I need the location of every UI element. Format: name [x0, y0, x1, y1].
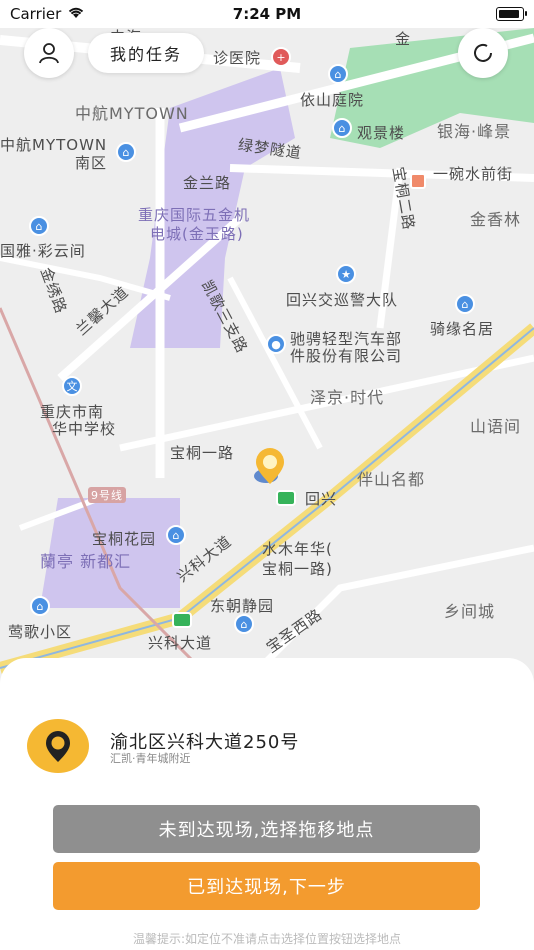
map-label: 宝桐一路	[170, 444, 235, 462]
battery-icon	[496, 7, 527, 21]
shop-icon[interactable]	[410, 173, 426, 189]
poi-icon[interactable]: ⌂	[328, 64, 348, 84]
map-label: 依山庭院	[300, 91, 365, 109]
map-label: 东朝静园	[210, 597, 275, 615]
location-marker-icon	[26, 718, 90, 774]
map-label: 华中学校	[52, 420, 117, 438]
poi-icon[interactable]: ★	[336, 264, 356, 284]
map-label: 骑缘名居	[430, 320, 495, 338]
map-label: 伴山名都	[357, 470, 426, 489]
map-label: 中航MYTOWN	[75, 104, 189, 123]
map-label: 金兰路	[183, 174, 232, 192]
map-label: 乡间城	[444, 602, 496, 621]
map-label: 诊医院	[213, 49, 262, 67]
map-label: 金	[395, 30, 412, 48]
map-label: 水木年华(	[262, 540, 333, 558]
poi-icon[interactable]: ⌂	[166, 525, 186, 545]
select-location-button[interactable]: 未到达现场,选择拖移地点	[53, 805, 480, 853]
poi-icon[interactable]: ⌂	[234, 614, 254, 634]
poi-icon[interactable]: 文	[62, 376, 82, 396]
poi-icon[interactable]: ⌂	[29, 216, 49, 236]
clock: 7:24 PM	[232, 5, 302, 23]
map-label: 件股份有限公司	[290, 347, 403, 365]
map-label: 金香林	[470, 210, 522, 229]
map-label: 电城(金玉路)	[150, 225, 244, 243]
map-label: 山语间	[470, 417, 522, 436]
map-label: 观景楼	[357, 124, 406, 142]
hospital-icon[interactable]: +	[271, 47, 291, 67]
map-label: 银海·峰景	[437, 122, 512, 141]
poi-icon[interactable]: ●	[266, 334, 286, 354]
map-label: 国雅·彩云间	[0, 242, 86, 260]
status-bar: Carrier 7:24 PM	[0, 0, 534, 28]
poi-icon[interactable]: ⌂	[116, 142, 136, 162]
map-label: 9号线	[88, 487, 126, 503]
tip-text: 温馨提示:如定位不准请点击选择位置按钮选择地点	[132, 932, 402, 946]
map-label: 宝桐一路)	[262, 560, 333, 578]
map-label: 莺歌小区	[8, 623, 73, 641]
map-label: 南区	[75, 154, 108, 172]
user-icon	[39, 43, 59, 64]
map-label: 蘭亭 新都汇	[40, 552, 132, 571]
refresh-icon	[474, 43, 492, 62]
poi-icon[interactable]: ⌂	[30, 596, 50, 616]
map-label: 泽京·时代	[310, 388, 385, 407]
location-pin-icon[interactable]	[252, 446, 288, 486]
arrived-next-button[interactable]: 已到达现场,下一步	[53, 862, 480, 910]
map-label: 宝桐花园	[92, 530, 157, 548]
map-label: 回兴	[305, 490, 338, 508]
map-label: 重庆国际五金机	[138, 206, 251, 224]
profile-button[interactable]	[24, 28, 74, 78]
poi-icon[interactable]: ⌂	[455, 294, 475, 314]
map-view[interactable]: 中航MYTOWN 中航MYTOWN 南区 金兰路 重庆国际五金机 电城(金玉路)…	[0, 28, 534, 688]
map-label: 兴科大道	[148, 634, 213, 652]
wifi-icon	[67, 5, 85, 23]
map-label: 一碗水前街	[433, 165, 514, 183]
carrier-label: Carrier	[10, 5, 62, 23]
map-label: 回兴交巡警大队	[286, 291, 399, 309]
poi-icon[interactable]: ⌂	[332, 118, 352, 138]
nearby-text: 汇凯·青年城附近	[110, 752, 191, 765]
my-tasks-button[interactable]: 我的任务	[88, 33, 205, 73]
metro-station-icon[interactable]	[276, 490, 296, 506]
metro-station-icon[interactable]	[172, 612, 192, 628]
refresh-button[interactable]	[458, 28, 508, 78]
